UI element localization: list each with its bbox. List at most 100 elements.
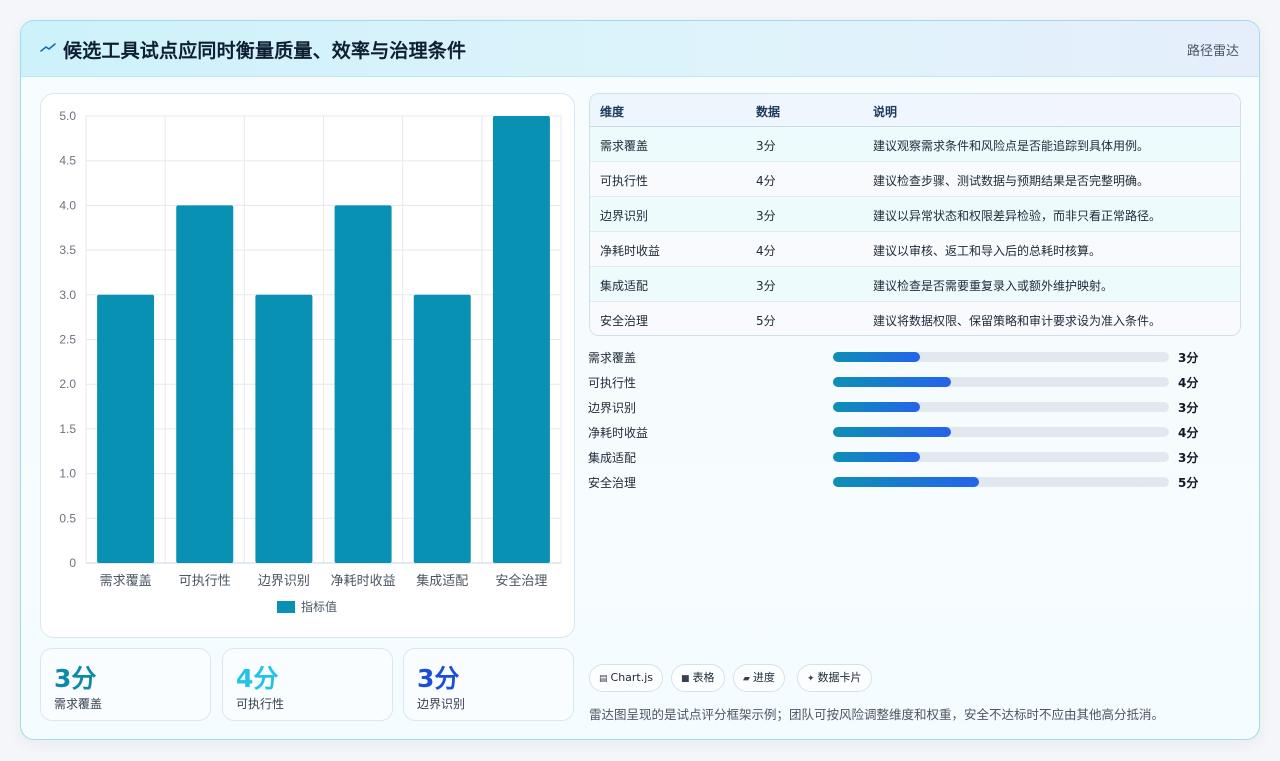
footnote: 雷达图呈现的是试点评分框架示例；团队可按风险调整维度和权重，安全不达标时不应由其… (589, 707, 1165, 722)
chip-label: 表格 (692, 671, 715, 684)
table-row: 边界识别 3分 建议以异常状态和权限差异检验，而非只看正常路径。 (590, 197, 1240, 232)
table-cell: 建议检查步骤、测试数据与预期结果是否完整明确。 (873, 174, 1150, 188)
y-tick-label: 2.5 (59, 333, 76, 347)
progress-track (833, 452, 1169, 462)
header-bar: 候选工具试点应同时衡量质量、效率与治理条件 路径雷达 (21, 21, 1259, 77)
chip-data-card[interactable]: ✦ 数据卡片 (797, 664, 872, 692)
page-title: 候选工具试点应同时衡量质量、效率与治理条件 (63, 40, 467, 62)
table-cell: 4分 (756, 174, 776, 188)
progress-row: 安全治理 5分 (588, 472, 1248, 490)
chip-label: 数据卡片 (817, 671, 862, 684)
progress-fill (833, 377, 951, 387)
progress-label: 需求覆盖 (588, 351, 637, 365)
y-tick-label: 0.5 (59, 511, 76, 525)
table-cell: 建议以异常状态和权限差异检验，而非只看正常路径。 (873, 209, 1162, 223)
sparkle-icon: ✦ (807, 674, 815, 684)
progress-value: 3分 (1178, 451, 1199, 465)
bar (492, 116, 550, 563)
progress-fill (833, 477, 980, 487)
metrics-table: 维度 数据 说明 需求覆盖 3分 建议观察需求条件和风险点是否能追踪到具体用例。… (589, 93, 1241, 336)
table-header-row: 维度 数据 说明 (590, 94, 1240, 127)
table-cell: 需求覆盖 (600, 139, 649, 153)
table-row: 需求覆盖 3分 建议观察需求条件和风险点是否能追踪到具体用例。 (590, 127, 1240, 162)
progress-value: 5分 (1178, 476, 1199, 490)
table-cell: 可执行性 (600, 174, 649, 188)
bar-chart: 0 0.5 1.0 1.5 2.0 2.5 3.0 3.5 4.0 4.5 5.0 需求覆盖 可执行性 边… (59, 109, 562, 614)
table-row: 可执行性 4分 建议检查步骤、测试数据与预期结果是否完整明确。 (590, 162, 1240, 197)
chart-icon: ▤ (599, 674, 608, 684)
progress-track (833, 427, 1169, 437)
y-tick-label: 0 (69, 556, 76, 570)
main-card: 候选工具试点应同时衡量质量、效率与治理条件 路径雷达 0 0.5 1.0 1.5 2.0… (20, 20, 1260, 740)
table-cell: 4分 (756, 244, 776, 258)
progress-icon: ▰ (743, 674, 750, 684)
progress-label: 净耗时收益 (588, 426, 649, 440)
legend-label: 指标值 (301, 599, 337, 614)
progress-fill (833, 427, 951, 437)
progress-list: 需求覆盖 3分 可执行性 4分 边界识别 3分 净耗时收益 4分 集成适配 3分… (588, 347, 1248, 490)
table-row: 集成适配 3分 建议检查是否需要重复录入或额外维护映射。 (590, 267, 1240, 302)
bar (334, 205, 392, 563)
bar (255, 294, 313, 563)
y-tick-label: 1.0 (59, 467, 76, 481)
bar-chart-panel: 0 0.5 1.0 1.5 2.0 2.5 3.0 3.5 4.0 4.5 5.0 需求覆盖 可执行性 边… (40, 93, 575, 638)
chip-label: 进度 (752, 671, 775, 684)
y-tick-label: 2.0 (59, 377, 76, 391)
table-cell: 净耗时收益 (600, 244, 661, 258)
progress-value: 3分 (1178, 351, 1199, 365)
stat-value: 3分 (417, 664, 460, 693)
legend-swatch (277, 601, 295, 613)
chip-progress[interactable]: ▰ 进度 (733, 664, 785, 692)
progress-track (833, 352, 1169, 362)
x-tick-label: 可执行性 (179, 574, 231, 589)
table-cell: 集成适配 (600, 279, 649, 293)
table-header-cell: 维度 (600, 105, 625, 119)
bar (176, 205, 234, 563)
table-header-cell: 数据 (756, 105, 781, 119)
stat-card-0: 3分 需求覆盖 (40, 648, 211, 721)
progress-label: 集成适配 (588, 451, 637, 465)
table-cell: 边界识别 (600, 209, 649, 223)
table-cell: 建议将数据权限、保留策略和审计要求设为准入条件。 (873, 314, 1162, 328)
progress-row: 集成适配 3分 (588, 447, 1248, 465)
x-tick-label: 集成适配 (416, 573, 468, 589)
chip-table[interactable]: ■ 表格 (671, 664, 725, 692)
y-tick-label: 4.0 (59, 198, 76, 212)
stat-card-1: 4分 可执行性 (222, 648, 393, 721)
progress-row: 可执行性 4分 (588, 372, 1248, 390)
table-cell: 建议观察需求条件和风险点是否能追踪到具体用例。 (873, 139, 1150, 153)
progress-row: 净耗时收益 4分 (588, 422, 1248, 440)
chip-chartjs[interactable]: ▤ Chart.js (589, 664, 664, 692)
chip-label: Chart.js (610, 671, 654, 684)
x-tick-label: 需求覆盖 (100, 574, 152, 589)
stat-value: 3分 (54, 664, 97, 693)
progress-value: 3分 (1178, 401, 1199, 415)
progress-label: 安全治理 (588, 476, 637, 490)
table-row: 净耗时收益 4分 建议以审核、返工和导入后的总耗时核算。 (590, 232, 1240, 267)
y-tick-label: 5.0 (59, 109, 76, 123)
table-cell: 3分 (756, 209, 776, 223)
stat-label: 边界识别 (417, 697, 466, 711)
stat-label: 需求覆盖 (54, 697, 103, 711)
trend-line-icon (40, 43, 56, 52)
progress-row: 需求覆盖 3分 (588, 347, 1248, 365)
table-icon: ■ (681, 674, 690, 684)
stat-card-2: 3分 边界识别 (403, 648, 574, 721)
progress-label: 可执行性 (588, 376, 637, 390)
stat-label: 可执行性 (236, 697, 285, 711)
bar (413, 294, 471, 563)
table-cell: 3分 (756, 279, 776, 293)
progress-value: 4分 (1178, 376, 1199, 390)
table-cell: 建议检查是否需要重复录入或额外维护映射。 (873, 279, 1114, 293)
table-cell: 建议以审核、返工和导入后的总耗时核算。 (873, 244, 1102, 258)
y-tick-label: 3.5 (59, 243, 76, 257)
y-tick-label: 4.5 (59, 154, 76, 168)
table-row: 安全治理 5分 建议将数据权限、保留策略和审计要求设为准入条件。 (590, 302, 1240, 335)
stat-value: 4分 (236, 664, 279, 693)
progress-fill (833, 352, 921, 362)
y-tick-label: 3.0 (59, 288, 76, 302)
header-tag: 路径雷达 (1186, 44, 1239, 59)
x-tick-label: 安全治理 (495, 573, 547, 589)
table-cell: 3分 (756, 139, 776, 153)
y-tick-label: 1.5 (59, 422, 76, 436)
